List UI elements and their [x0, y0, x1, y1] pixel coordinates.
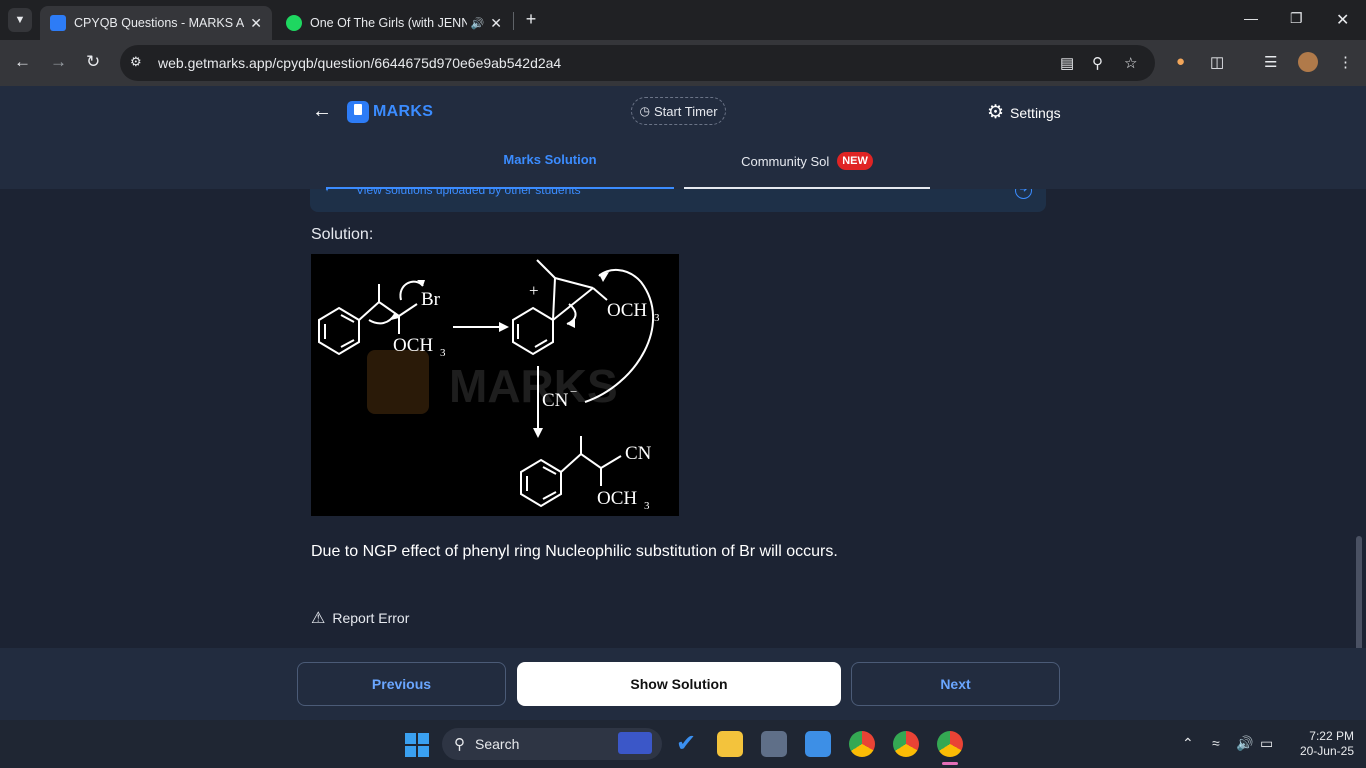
wifi-icon[interactable]: ≈ [1212, 735, 1220, 751]
back-arrow-icon[interactable]: ← [312, 100, 332, 123]
install-app-icon[interactable]: ▤ [1060, 54, 1074, 72]
report-error-button[interactable]: ⚠ Report Error [311, 608, 409, 628]
extensions-puzzle-icon[interactable]: ◫ [1210, 53, 1224, 71]
question-footer: Previous Show Solution Next [0, 648, 1366, 720]
chrome-icon[interactable] [849, 731, 875, 757]
tab-community-solution[interactable]: Community Sol NEW [684, 152, 930, 170]
start-timer-button[interactable]: ◷ Start Timer [631, 97, 726, 125]
subscript-1: 3 [440, 347, 446, 359]
solution-label: Solution: [311, 226, 374, 243]
carbocation-plus: + [529, 281, 539, 300]
taskbar-clock[interactable]: 7:22 PM 20-Jun-25 [1284, 729, 1354, 759]
web-page: ← MARKS ◷ Start Timer ⚙ Settings Marks S… [0, 86, 1366, 720]
volume-icon[interactable]: 🔊 [1236, 735, 1253, 752]
browser-tab-bar: ▼ CPYQB Questions - MARKS App ✕ One Of T… [0, 0, 1366, 40]
solution-explanation: Due to NGP effect of phenyl ring Nucleop… [311, 543, 838, 560]
windows-taskbar: ⚲ Search ✔ ⌃ ≈ 🔊 ▭ 7:22 PM 20-Jun-25 [0, 720, 1366, 768]
url-text[interactable]: web.getmarks.app/cpyqb/question/6644675d… [158, 55, 561, 71]
profile-avatar[interactable] [1298, 52, 1318, 72]
window-close-icon[interactable]: ✕ [1336, 10, 1349, 30]
bookmark-star-icon[interactable]: ☆ [1124, 54, 1137, 72]
previous-button[interactable]: Previous [297, 662, 506, 706]
active-app-indicator [942, 762, 958, 765]
notepad-icon[interactable] [805, 731, 831, 757]
app-header: ← MARKS ◷ Start Timer ⚙ Settings Marks S… [0, 86, 1366, 189]
tab-title: CPYQB Questions - MARKS App [74, 16, 245, 30]
extension-egg-icon[interactable]: ● [1176, 53, 1185, 70]
marks-favicon-icon [50, 15, 66, 31]
clock-time: 7:22 PM [1309, 729, 1354, 743]
chrome-active-icon[interactable] [937, 731, 963, 757]
solution-mechanism-figure: MARKS Br OCH 3 + OCH 3 CN − CN OCH 3 [311, 254, 679, 516]
show-solution-button[interactable]: Show Solution [517, 662, 841, 706]
tray-chevron-icon[interactable]: ⌃ [1182, 735, 1194, 752]
methoxy-label-2: OCH [607, 300, 647, 321]
settings-button[interactable]: ⚙ Settings [987, 101, 1061, 124]
speaker-icon[interactable]: 🔊 [471, 17, 485, 30]
product-cn-label: CN [625, 443, 652, 464]
new-tab-icon[interactable]: + [520, 8, 542, 32]
tab-marks-solution[interactable]: Marks Solution [440, 152, 660, 167]
subscript-2: 3 [654, 312, 660, 324]
clock-icon: ◷ [639, 104, 650, 118]
inactive-tab-underline [684, 187, 930, 189]
zoom-icon[interactable]: ⚲ [1092, 54, 1103, 72]
site-info-icon[interactable]: ⚙ [130, 54, 142, 70]
new-badge: NEW [837, 152, 873, 170]
reload-icon[interactable]: ↻ [86, 52, 100, 72]
minimize-icon[interactable]: — [1244, 10, 1258, 26]
tab-close-icon[interactable]: ✕ [250, 15, 262, 32]
marks-logo[interactable]: MARKS [347, 101, 433, 123]
search-icon: ⚲ [454, 736, 465, 753]
browser-tab-active[interactable]: CPYQB Questions - MARKS App ✕ [40, 6, 272, 40]
logo-text: MARKS [373, 103, 434, 120]
marks-logo-icon [347, 101, 369, 123]
methoxy-label-1: OCH [393, 335, 433, 356]
cyanide-label: CN [542, 390, 569, 411]
back-icon[interactable]: ← [14, 52, 31, 72]
tab-separator [513, 12, 514, 30]
file-explorer-icon[interactable] [717, 731, 743, 757]
community-tab-label: Community Sol [741, 153, 830, 169]
watermark-text: MARKS [449, 360, 618, 412]
gear-icon: ⚙ [987, 102, 1005, 123]
warning-icon: ⚠ [311, 610, 326, 627]
watermark-logo-icon [367, 350, 429, 414]
clock-date: 20-Jun-25 [1299, 744, 1354, 758]
settings-label: Settings [1010, 104, 1061, 121]
todo-app-icon[interactable]: ✔ [673, 731, 699, 757]
tab-title: One Of The Girls (with JENNIE [310, 16, 467, 30]
address-bar[interactable]: ⚙ web.getmarks.app/cpyqb/question/664467… [120, 45, 1155, 81]
browser-toolbar: ← → ↻ ⚙ web.getmarks.app/cpyqb/question/… [0, 40, 1366, 86]
search-highlight-icon[interactable] [618, 732, 652, 754]
windows-start-icon[interactable] [405, 733, 429, 757]
active-tab-underline [326, 187, 674, 189]
mechanism-svg: MARKS Br OCH 3 + OCH 3 CN − CN OCH 3 [318, 259, 660, 512]
forward-icon[interactable]: → [50, 52, 67, 72]
browser-tab-spotify[interactable]: One Of The Girls (with JENNIE 🔊 ✕ [276, 6, 512, 40]
browser-menu-icon[interactable]: ⋮ [1338, 53, 1353, 71]
cyanide-charge: − [570, 384, 577, 399]
product-methoxy-label: OCH [597, 488, 637, 509]
subscript-3: 3 [644, 500, 650, 512]
tab-search-dropdown-icon[interactable]: ▼ [8, 8, 32, 32]
search-label: Search [475, 736, 520, 752]
report-error-label: Report Error [332, 610, 410, 626]
timer-label: Start Timer [653, 103, 718, 119]
next-button[interactable]: Next [851, 662, 1060, 706]
chrome-profile-icon[interactable] [893, 731, 919, 757]
battery-icon[interactable]: ▭ [1260, 735, 1273, 752]
tab-close-icon[interactable]: ✕ [490, 15, 502, 32]
bromine-label: Br [421, 289, 441, 310]
media-control-icon[interactable]: ☰ [1264, 53, 1277, 71]
calculator-icon[interactable] [761, 731, 787, 757]
restore-icon[interactable]: ❐ [1290, 10, 1303, 27]
spotify-favicon-icon [286, 15, 302, 31]
